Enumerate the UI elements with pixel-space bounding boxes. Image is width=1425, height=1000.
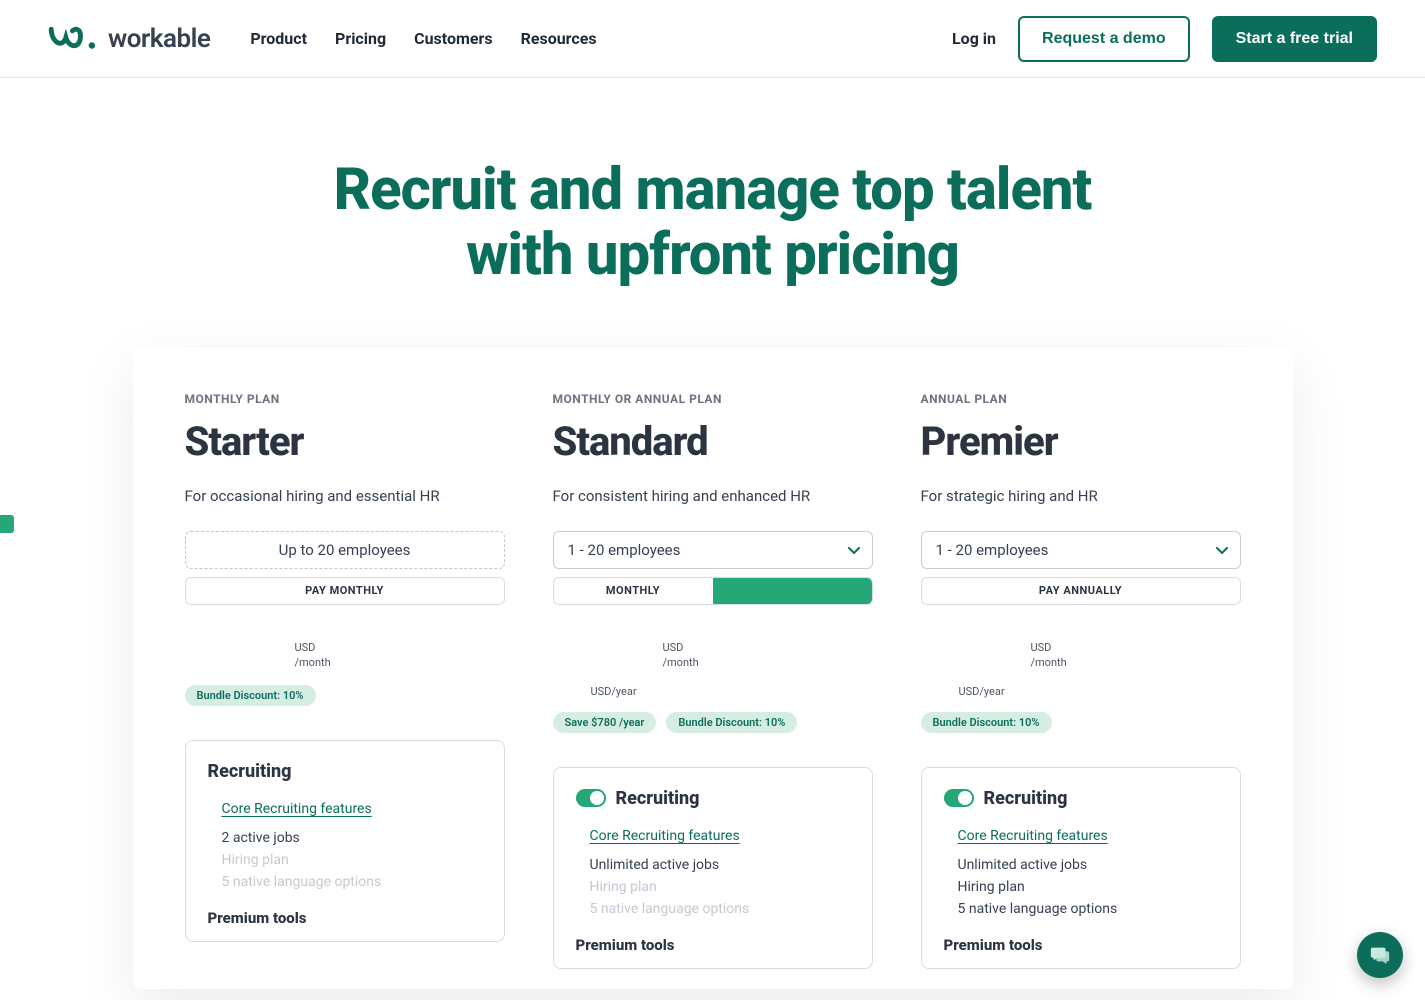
save-badge: Save $780 /year (553, 712, 657, 733)
cycle-annual[interactable] (713, 578, 872, 604)
side-feedback-tab[interactable] (0, 515, 14, 533)
chat-launcher[interactable] (1357, 932, 1403, 978)
plans-panel: MONTHLY PLAN Starter For occasional hiri… (133, 348, 1293, 989)
feature-item: 2 active jobs (222, 827, 482, 849)
nav-product[interactable]: Product (250, 29, 307, 48)
billing-cycle-toggle: MONTHLY (553, 577, 873, 605)
price-annual-note: USD/year (591, 685, 873, 698)
plan-eyebrow: ANNUAL PLAN (921, 392, 1241, 406)
nav-customers[interactable]: Customers (414, 29, 492, 48)
employee-count-label: Up to 20 employees (279, 541, 411, 559)
employee-count-select[interactable]: 1 - 20 employees (921, 531, 1241, 569)
hero-title: Recruit and manage top talent with upfro… (20, 158, 1405, 288)
plan-name: Starter (185, 418, 505, 465)
price-currency: USD (1031, 641, 1052, 654)
site-header: workable Product Pricing Customers Resou… (0, 0, 1425, 78)
employee-count-label: 1 - 20 employees (568, 541, 681, 559)
price-currency: USD (663, 641, 684, 654)
recruiting-toggle[interactable] (944, 789, 974, 807)
price-annual-note: USD/year (959, 685, 1241, 698)
plan-tagline: For occasional hiring and essential HR (185, 487, 505, 505)
employee-count-label: 1 - 20 employees (936, 541, 1049, 559)
feature-card-recruiting: Recruiting Core Recruiting features Unli… (921, 767, 1241, 969)
employee-count-static: Up to 20 employees (185, 531, 505, 569)
bundle-discount-badge: Bundle Discount: 10% (185, 685, 316, 706)
feature-item: Hiring plan (958, 876, 1218, 898)
core-features-link[interactable]: Core Recruiting features (590, 828, 740, 844)
nav-resources[interactable]: Resources (521, 29, 597, 48)
plan-eyebrow: MONTHLY OR ANNUAL PLAN (553, 392, 873, 406)
feature-heading: Recruiting (616, 788, 700, 809)
feature-heading: Recruiting (984, 788, 1068, 809)
plan-standard: MONTHLY OR ANNUAL PLAN Standard For cons… (553, 392, 873, 969)
cycle-monthly[interactable]: MONTHLY (554, 578, 713, 604)
price-period: /month (1031, 656, 1067, 669)
feature-heading: Recruiting (208, 761, 292, 782)
request-demo-button[interactable]: Request a demo (1018, 16, 1190, 62)
feature-card-recruiting: Recruiting Core Recruiting features Unli… (553, 767, 873, 969)
feature-item: Hiring plan (590, 876, 850, 898)
price-period: /month (663, 656, 699, 669)
feature-item: Unlimited active jobs (590, 854, 850, 876)
plan-tagline: For consistent hiring and enhanced HR (553, 487, 873, 505)
bundle-discount-badge: Bundle Discount: 10% (921, 712, 1052, 733)
plan-name: Standard (553, 418, 873, 465)
billing-cycle: PAY ANNUALLY (921, 577, 1241, 605)
header-actions: Log in Request a demo Start a free trial (952, 16, 1377, 62)
logo-text: workable (108, 24, 210, 54)
plan-eyebrow: MONTHLY PLAN (185, 392, 505, 406)
logo[interactable]: workable (48, 24, 210, 54)
price-block: USD /month USD/year Bundle Discount: 10% (921, 641, 1241, 733)
price-block: USD /month Bundle Discount: 10% (185, 641, 505, 706)
core-features-link[interactable]: Core Recruiting features (958, 828, 1108, 844)
logo-icon (48, 24, 100, 54)
feature-item: Hiring plan (222, 849, 482, 871)
chat-icon (1369, 944, 1391, 966)
chevron-down-icon (848, 541, 860, 559)
premium-tools-heading: Premium tools (944, 936, 1218, 954)
price-currency: USD (295, 641, 316, 654)
nav-pricing[interactable]: Pricing (335, 29, 386, 48)
login-link[interactable]: Log in (952, 29, 996, 48)
chevron-down-icon (1216, 541, 1228, 559)
recruiting-toggle[interactable] (576, 789, 606, 807)
feature-item: Unlimited active jobs (958, 854, 1218, 876)
start-trial-button[interactable]: Start a free trial (1212, 16, 1377, 62)
plan-name: Premier (921, 418, 1241, 465)
employee-count-select[interactable]: 1 - 20 employees (553, 531, 873, 569)
hero: Recruit and manage top talent with upfro… (0, 78, 1425, 348)
plan-premier: ANNUAL PLAN Premier For strategic hiring… (921, 392, 1241, 969)
feature-card-recruiting: Recruiting Core Recruiting features 2 ac… (185, 740, 505, 942)
price-block: USD /month USD/year Save $780 /year Bund… (553, 641, 873, 733)
billing-cycle: PAY MONTHLY (185, 577, 505, 605)
feature-item: 5 native language options (590, 898, 850, 920)
premium-tools-heading: Premium tools (576, 936, 850, 954)
bundle-discount-badge: Bundle Discount: 10% (666, 712, 797, 733)
premium-tools-heading: Premium tools (208, 909, 482, 927)
feature-item: 5 native language options (222, 871, 482, 893)
plan-starter: MONTHLY PLAN Starter For occasional hiri… (185, 392, 505, 969)
primary-nav: Product Pricing Customers Resources (250, 29, 596, 48)
hero-title-line2: with upfront pricing (466, 221, 959, 289)
core-features-link[interactable]: Core Recruiting features (222, 801, 372, 817)
feature-list: Unlimited active jobs Hiring plan 5 nati… (590, 854, 850, 920)
feature-list: Unlimited active jobs Hiring plan 5 nati… (958, 854, 1218, 920)
hero-title-line1: Recruit and manage top talent (334, 156, 1092, 224)
plan-tagline: For strategic hiring and HR (921, 487, 1241, 505)
feature-list: 2 active jobs Hiring plan 5 native langu… (222, 827, 482, 893)
feature-item: 5 native language options (958, 898, 1218, 920)
price-period: /month (295, 656, 331, 669)
